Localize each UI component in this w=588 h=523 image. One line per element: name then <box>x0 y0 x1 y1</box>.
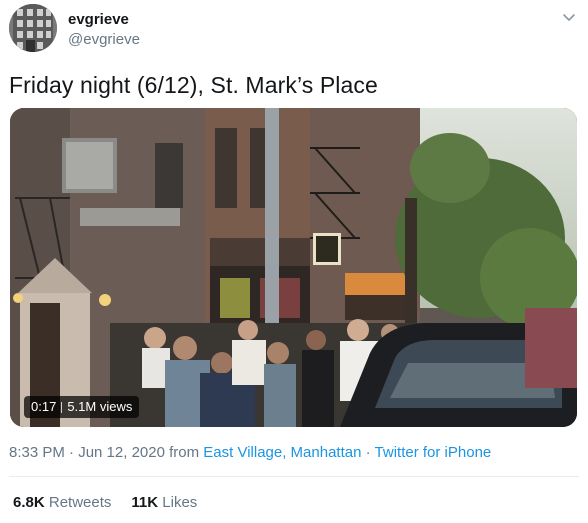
divider-top <box>9 476 579 477</box>
likes-stat[interactable]: 11K Likes <box>131 494 197 511</box>
author-handle[interactable]: @evgrieve <box>68 31 140 48</box>
from-word: from <box>169 444 200 461</box>
likes-count: 11K <box>131 494 159 511</box>
tweet-card: evgrieve @evgrieve Friday night (6/12), … <box>0 0 588 523</box>
likes-label: Likes <box>162 494 198 511</box>
tweet-datetime[interactable]: 8:33 PM · Jun 12, 2020 <box>9 444 165 461</box>
location-link[interactable]: East Village, Manhattan <box>203 444 361 461</box>
video-time: 0:17 <box>31 399 57 414</box>
retweets-count: 6.8K <box>13 494 45 511</box>
tweet-stats: 6.8K Retweets 11K Likes <box>13 494 197 511</box>
video-stats-badge: 0:17 5.1M views <box>24 396 140 418</box>
retweets-label: Retweets <box>48 494 112 511</box>
tweet-meta: 8:33 PM · Jun 12, 2020 from East Village… <box>9 444 491 461</box>
avatar[interactable] <box>9 4 57 52</box>
chevron-down-icon[interactable] <box>561 11 577 25</box>
author-name[interactable]: evgrieve <box>68 11 129 28</box>
avatar-building-image <box>9 4 57 52</box>
video-player[interactable]: 0:17 5.1M views <box>10 108 577 427</box>
video-views: 5.1M views <box>67 399 133 414</box>
retweets-stat[interactable]: 6.8K Retweets <box>13 494 111 511</box>
badge-separator <box>61 401 63 413</box>
meta-dot: · <box>365 444 371 461</box>
video-frame-image <box>10 108 577 427</box>
tweet-text: Friday night (6/12), St. Mark’s Place <box>9 72 378 98</box>
source-link[interactable]: Twitter for iPhone <box>375 444 492 461</box>
